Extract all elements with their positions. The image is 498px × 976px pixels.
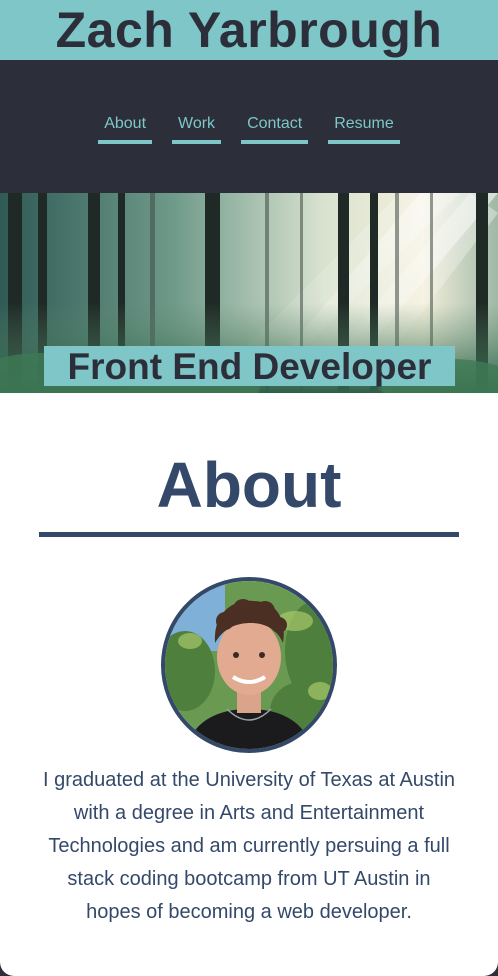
about-bio-text: I graduated at the University of Texas a… (42, 769, 456, 923)
nav-link-contact[interactable]: Contact (241, 114, 309, 144)
site-title: Zach Yarbrough (55, 2, 443, 58)
hero-tagline: Front End Developer (44, 346, 455, 387)
nav-link-resume[interactable]: Resume (328, 114, 400, 144)
nav-link-work[interactable]: Work (172, 114, 222, 144)
about-divider (39, 532, 459, 537)
title-bar: Zach Yarbrough (0, 0, 498, 60)
about-section: About I graduated at the University of T… (0, 393, 498, 976)
nav-bar: About Work Contact Resume (0, 60, 498, 193)
about-heading: About (156, 449, 342, 521)
nav-list: About Work Contact Resume (0, 114, 498, 144)
nav-link-about[interactable]: About (98, 114, 153, 144)
profile-avatar (161, 577, 337, 753)
profile-photo (165, 581, 333, 749)
hero-banner: Front End Developer (0, 193, 498, 393)
